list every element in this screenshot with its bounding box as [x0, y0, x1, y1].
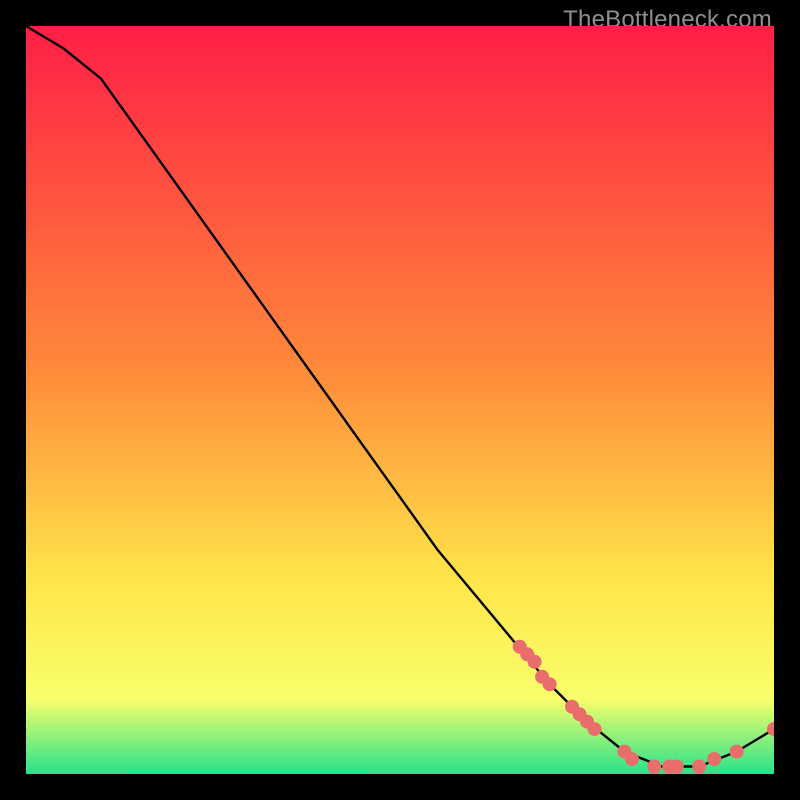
- data-marker: [647, 760, 661, 774]
- gradient-rect: [26, 26, 774, 774]
- chart-svg: [26, 26, 774, 774]
- data-marker: [730, 745, 744, 759]
- data-marker: [625, 752, 639, 766]
- data-marker: [588, 722, 602, 736]
- data-marker: [543, 677, 557, 691]
- plot-area: [26, 26, 774, 774]
- data-marker: [707, 752, 721, 766]
- data-marker: [692, 760, 706, 774]
- chart-frame: TheBottleneck.com: [0, 0, 800, 800]
- data-marker: [670, 760, 684, 774]
- data-marker: [528, 655, 542, 669]
